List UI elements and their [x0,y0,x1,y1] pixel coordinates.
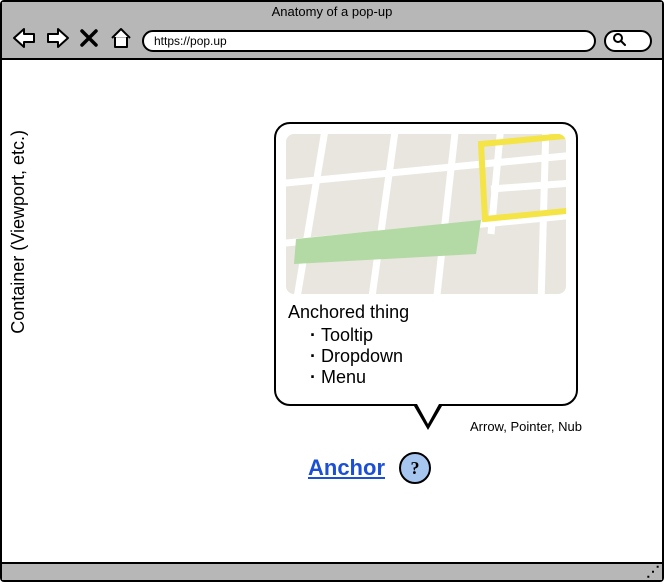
home-icon[interactable] [108,26,134,50]
search-icon [612,32,626,51]
list-item: Dropdown [310,346,566,367]
popup-box: Anchored thing Tooltip Dropdown Menu [274,122,578,406]
anchor-row: Anchor ? [308,452,431,484]
popup: Anchored thing Tooltip Dropdown Menu Arr… [274,122,578,406]
list-item: Menu [310,367,566,388]
back-icon[interactable] [12,26,38,50]
viewport: Container (Viewport, etc.) [2,60,662,562]
url-input[interactable]: https://pop.up [142,30,596,52]
url-text: https://pop.up [154,34,227,48]
map-image [286,134,566,294]
popup-heading: Anchored thing [288,302,566,323]
browser-window: Anatomy of a pop-up https://pop.up [0,0,664,582]
popup-list: Tooltip Dropdown Menu [286,325,566,388]
search-input[interactable] [604,30,652,52]
forward-icon[interactable] [44,26,70,50]
browser-titlebar: Anatomy of a pop-up https://pop.up [2,2,662,60]
popup-arrow-inner [417,404,439,424]
window-title: Anatomy of a pop-up [2,4,662,19]
nub-label: Arrow, Pointer, Nub [470,419,582,434]
help-button[interactable]: ? [399,452,431,484]
status-bar [2,562,662,580]
anchor-link[interactable]: Anchor [308,455,385,481]
list-item: Tooltip [310,325,566,346]
container-label: Container (Viewport, etc.) [8,130,29,334]
stop-icon[interactable] [76,26,102,50]
help-icon: ? [411,458,420,479]
nav-controls [12,26,134,50]
